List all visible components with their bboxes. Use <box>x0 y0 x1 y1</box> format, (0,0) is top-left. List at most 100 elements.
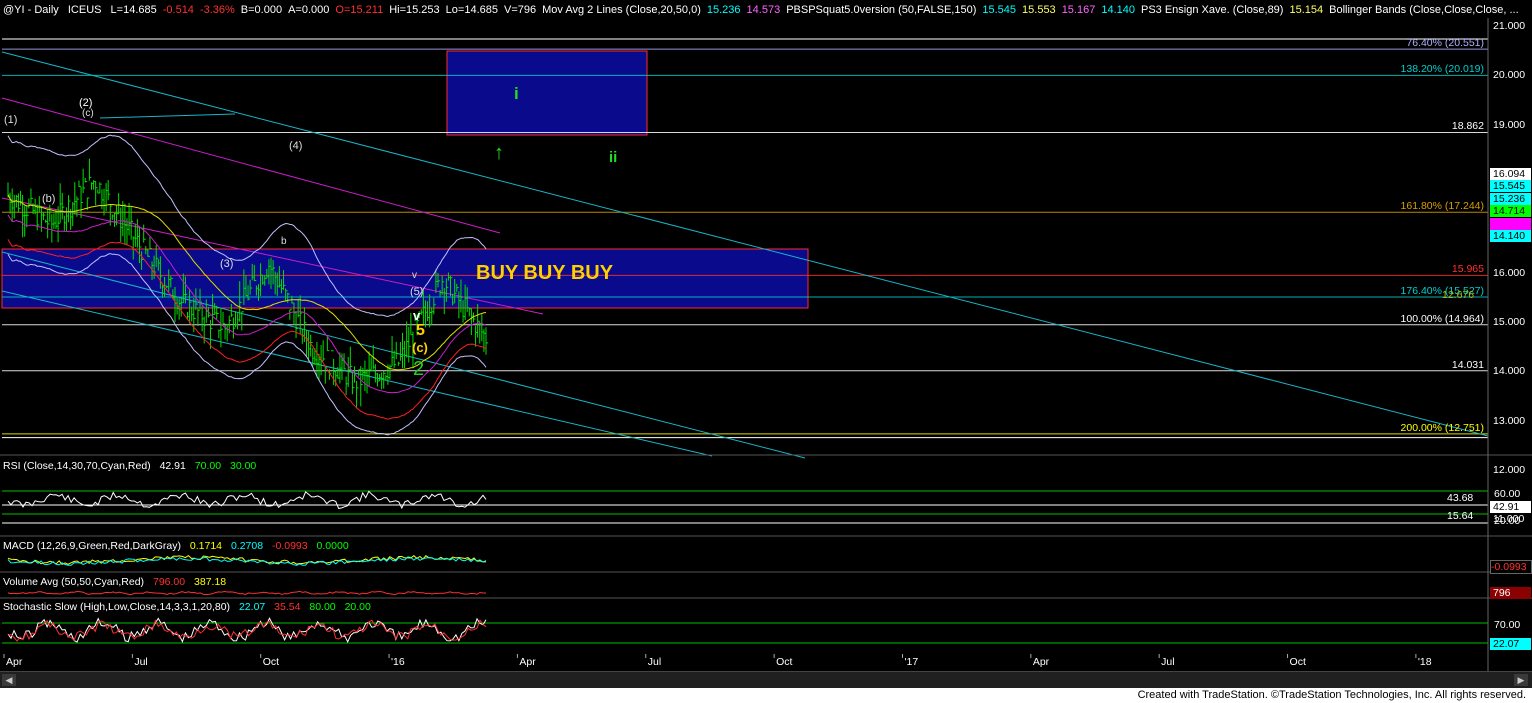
up-arrow-icon: ↑ <box>494 142 504 164</box>
header-field: Mov Avg 2 Lines (Close,20,50,0) <box>542 4 701 16</box>
header-field: Bollinger Bands (Close,Close,Close, ... <box>1329 4 1519 16</box>
wave-label-c-big: (c) <box>412 340 428 355</box>
stoch-value-4: 20.00 <box>344 601 371 613</box>
wave-label-c-small: (c) <box>82 108 94 119</box>
price-badge <box>1490 217 1531 230</box>
chart-header: @YI - Daily ICEUS L=14.685 -0.514 -3.36% B=… <box>3 2 1523 18</box>
fib-label: 76.40% (20.551) <box>1406 37 1484 50</box>
fib-overlap-label: 12.676 <box>1442 289 1475 301</box>
wave-label-1: (1) <box>4 114 18 126</box>
time-axis-label: Oct <box>262 656 280 668</box>
macd-label: MACD (12,26,9,Green,Red,DarkGray) 0.1714… <box>3 540 355 553</box>
macd-badge: -0.0993 <box>1490 560 1532 574</box>
fib-label: 18.862 <box>1451 120 1484 133</box>
axes <box>3 18 1489 671</box>
macd-value-2: 0.2708 <box>230 540 264 552</box>
stoch-title: Stochastic Slow (High,Low,Close,14,3,3,1… <box>3 601 231 613</box>
price-tick-label: 21.000 <box>1493 20 1526 32</box>
header-field: 15.154 <box>1289 4 1324 16</box>
stoch-value-1: 22.07 <box>238 601 266 613</box>
header-field: 14.573 <box>746 4 781 16</box>
rsi-line-label-2: 15.64 <box>1447 510 1474 522</box>
chart-scrollbar[interactable] <box>0 671 1532 689</box>
rsi-oversold: 30.00 <box>229 460 257 472</box>
fib-label: 161.80% (17.244) <box>1400 200 1484 213</box>
volume-title: Volume Avg (50,50,Cyan,Red) <box>3 576 145 588</box>
footer-bar: Created with TradeStation. ©TradeStation… <box>0 688 1532 703</box>
fib-label: 100.00% (14.964) <box>1400 312 1484 325</box>
channel-cyan <box>1 290 713 457</box>
header-field: L=14.685 <box>110 4 157 16</box>
time-axis-label: Jul <box>647 656 662 668</box>
price-tick-label: 19.000 <box>1493 118 1526 131</box>
stoch-value-3: 80.00 <box>309 601 336 613</box>
price-tick-label: 16.000 <box>1493 266 1526 279</box>
price-tick-label: 15.000 <box>1493 315 1526 328</box>
wave-label-ii: ii <box>609 149 618 166</box>
rsi-badge: 42.91 <box>1490 501 1531 513</box>
rsi-value: 42.91 <box>159 460 186 472</box>
buy-annotation: BUY BUY BUY <box>476 262 614 284</box>
header-field: PS3 Ensign Xave. (Close,89) <box>1141 4 1284 16</box>
stoch-value-2: 35.54 <box>274 601 301 613</box>
fib-label: 14.031 <box>1451 358 1484 371</box>
exchange-label: ICEUS <box>67 4 102 16</box>
rsi-axis-60: 60.00 <box>1494 488 1521 500</box>
wave-label-b-small: b <box>281 236 287 247</box>
header-field: O=15.211 <box>335 4 384 16</box>
rsi-overbought: 70.00 <box>194 460 222 472</box>
fib-label: 200.00% (12.751) <box>1400 421 1484 434</box>
price-badge: 16.094 <box>1490 168 1531 180</box>
price-badge: 15.236 <box>1490 192 1531 205</box>
rsi-label: RSI (Close,14,30,70,Cyan,Red) 42.91 70.0… <box>3 460 262 473</box>
chart-canvas <box>0 18 1532 671</box>
stoch-k-line <box>7 617 487 644</box>
time-axis-label: '16 <box>391 656 405 668</box>
fib-label: 138.20% (20.019) <box>1400 63 1484 76</box>
channel-cyan <box>1 51 1489 437</box>
wave-label-3: (3) <box>220 258 234 270</box>
time-axis-label: Oct <box>1289 656 1306 668</box>
symbol-label: @YI - Daily <box>3 4 59 16</box>
scroll-right-button[interactable]: ▶ <box>1514 674 1528 686</box>
scroll-left-button[interactable]: ◀ <box>2 674 16 686</box>
macd-signal-line <box>7 556 487 566</box>
volume-value-1: 796.00 <box>152 576 186 588</box>
price-tick-label: 12.000 <box>1493 463 1526 476</box>
header-field: 15.553 <box>1022 4 1056 16</box>
time-axis-label: Jul <box>134 656 148 668</box>
header-field: 15.236 <box>706 4 741 16</box>
time-axis-label: Apr <box>519 656 536 668</box>
wave-label-v-small: v <box>412 270 417 281</box>
volume-badge: 796 <box>1490 587 1531 599</box>
price-tick-label: 14.000 <box>1493 365 1526 378</box>
wave-label-v-big: v <box>413 308 421 323</box>
time-axis-label: Apr <box>6 656 23 668</box>
wave-label-two: 2 <box>413 358 425 380</box>
stoch-axis-70: 70.00 <box>1494 619 1521 631</box>
macd-value-4: 0.0000 <box>316 540 349 552</box>
price-tick-label: 20.000 <box>1493 69 1526 82</box>
header-field: A=0.000 <box>288 4 330 16</box>
footer-text: Created with TradeStation. ©TradeStation… <box>1137 689 1526 701</box>
header-field: Hi=15.253 <box>389 4 440 16</box>
header-field: B=0.000 <box>240 4 283 16</box>
volume-value-2: 387.18 <box>194 576 227 588</box>
wave-label-five: 5 <box>416 322 425 339</box>
macd-title: MACD (12,26,9,Green,Red,DarkGray) <box>3 540 181 552</box>
macd-value-1: 0.1714 <box>189 540 223 552</box>
time-axis-label: '18 <box>1417 656 1432 668</box>
header-field: 15.167 <box>1061 4 1096 16</box>
header-field: -3.36% <box>199 4 235 16</box>
channel-cyan <box>99 113 236 119</box>
wave-label-i: i <box>514 84 519 103</box>
time-axis-label: Apr <box>1032 656 1050 668</box>
wave-label-b-paren: (b) <box>42 193 56 205</box>
rsi-axis-20: 20.00 <box>1494 515 1521 527</box>
rsi-line-label-1: 43.68 <box>1447 492 1474 504</box>
wave-label-4: (4) <box>289 140 303 152</box>
stoch-badge: 22.07 <box>1490 638 1531 650</box>
macd-value-3: -0.0993 <box>272 540 308 552</box>
header-field: -0.514 <box>162 4 194 16</box>
wave-label-5: (5) <box>410 286 424 298</box>
